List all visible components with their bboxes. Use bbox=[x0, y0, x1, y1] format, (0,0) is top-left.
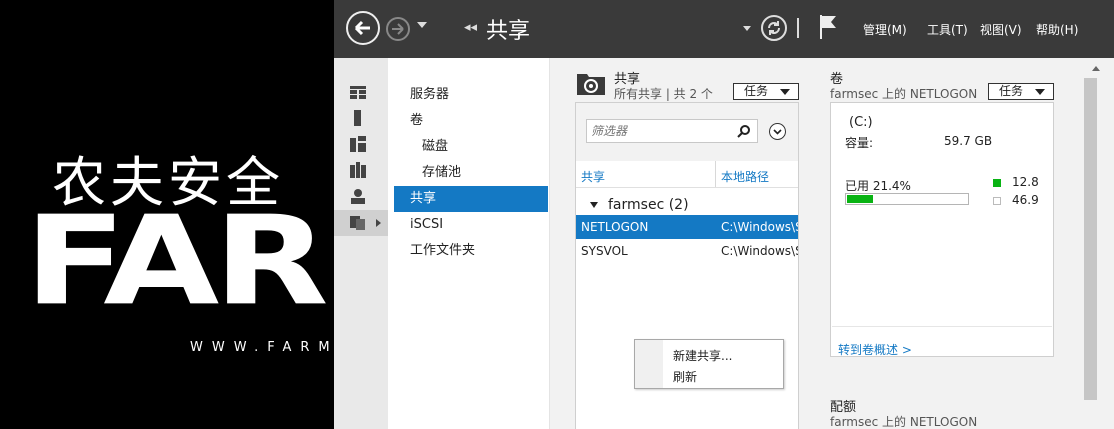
header-divider bbox=[576, 187, 798, 188]
local-server-icon[interactable] bbox=[350, 110, 366, 126]
share-folder-icon bbox=[577, 74, 605, 95]
file-services-icon[interactable] bbox=[350, 162, 366, 178]
title-dropdown-icon[interactable] bbox=[743, 26, 751, 31]
history-dropdown-icon[interactable] bbox=[417, 22, 427, 28]
back-button[interactable] bbox=[346, 11, 380, 45]
usage-bar-fill bbox=[847, 195, 873, 203]
file-storage-subnav: 服务器 卷 磁盘 存储池 共享 iSCSI 工作文件夹 bbox=[388, 58, 550, 429]
volume-tasks-button[interactable]: 任务 bbox=[988, 83, 1054, 100]
menu-manage[interactable]: 管理(M) bbox=[863, 21, 907, 38]
menu-help[interactable]: 帮助(H) bbox=[1036, 21, 1078, 38]
share-path: C:\Windows\S bbox=[721, 244, 798, 258]
share-name: SYSVOL bbox=[581, 244, 628, 258]
subnav-item-servers[interactable]: 服务器 bbox=[388, 82, 548, 108]
usage-bar bbox=[845, 193, 969, 205]
shares-panel: 共享 所有共享 | 共 2 个 任务 筛选器 共享 本地路径 farmsec (… bbox=[550, 58, 814, 429]
card-divider bbox=[832, 326, 1052, 327]
volume-card: (C:) 容量: 59.7 GB 已用 21.4% 12.8 46.9 转到卷概… bbox=[830, 102, 1054, 357]
menu-view[interactable]: 视图(V) bbox=[980, 21, 1022, 38]
all-servers-icon[interactable] bbox=[350, 136, 366, 152]
volume-panel: 卷 farmsec 上的 NETLOGON 任务 (C:) 容量: 59.7 G… bbox=[814, 58, 1080, 429]
file-storage-nav-selected[interactable] bbox=[334, 210, 388, 236]
menu-item-refresh[interactable]: 刷新 bbox=[673, 368, 697, 385]
left-icon-nav bbox=[334, 58, 388, 429]
volume-subtitle: farmsec 上的 NETLOGON bbox=[830, 87, 978, 101]
breadcrumb-arrows[interactable]: ◂◂ bbox=[464, 20, 477, 35]
column-header-share[interactable]: 共享 bbox=[581, 168, 605, 185]
context-menu-gutter bbox=[635, 340, 663, 388]
filter-field[interactable] bbox=[586, 119, 758, 143]
subnav-item-shares[interactable]: 共享 bbox=[394, 186, 548, 212]
subnav-item-work-folders[interactable]: 工作文件夹 bbox=[388, 238, 548, 264]
arrow-left-icon bbox=[354, 20, 370, 36]
title-bar: ◂◂ 共享 管理(M) 工具(T) 视图(V) 帮助(H) bbox=[334, 0, 1114, 58]
iis-icon[interactable] bbox=[350, 188, 366, 204]
filter-input[interactable] bbox=[591, 121, 731, 141]
used-gb-value: 12.8 bbox=[1012, 175, 1039, 189]
group-header[interactable]: farmsec (2) bbox=[590, 197, 689, 213]
scrollbar-thumb[interactable] bbox=[1084, 78, 1097, 400]
capacity-label: 容量: bbox=[845, 136, 874, 150]
notification-flag-icon[interactable] bbox=[818, 13, 838, 39]
capacity-value: 59.7 GB bbox=[944, 134, 993, 148]
context-menu: 新建共享... 刷新 bbox=[634, 339, 784, 389]
column-header-local-path[interactable]: 本地路径 bbox=[721, 168, 769, 185]
free-legend-swatch bbox=[993, 197, 1001, 205]
group-label: farmsec (2) bbox=[608, 197, 689, 213]
go-to-volume-overview-link[interactable]: 转到卷概述 > bbox=[838, 341, 912, 358]
toolbar-separator bbox=[797, 18, 799, 38]
subnav-item-storage-pools[interactable]: 存储池 bbox=[388, 160, 548, 186]
file-storage-icon bbox=[350, 216, 381, 230]
refresh-button[interactable] bbox=[761, 15, 787, 41]
server-manager-window: ◂◂ 共享 管理(M) 工具(T) 视图(V) 帮助(H) 服务器 卷 磁盘 存… bbox=[334, 0, 1114, 429]
subnav-item-disks[interactable]: 磁盘 bbox=[388, 134, 548, 160]
column-divider[interactable] bbox=[715, 161, 716, 187]
shares-tasks-label: 任务 bbox=[744, 84, 769, 98]
chevron-down-icon bbox=[780, 89, 790, 95]
shares-subtitle: 所有共享 | 共 2 个 bbox=[614, 87, 713, 101]
subnav-item-iscsi[interactable]: iSCSI bbox=[388, 212, 548, 238]
chevron-down-icon bbox=[773, 129, 782, 135]
arrow-right-icon bbox=[392, 23, 404, 35]
logo-wordmark: FARM bbox=[24, 190, 334, 333]
table-row[interactable]: NETLOGON C:\Windows\S bbox=[576, 215, 798, 239]
search-icon bbox=[737, 125, 750, 138]
drive-label: (C:) bbox=[849, 115, 873, 130]
used-legend-swatch bbox=[993, 179, 1001, 187]
expand-filter-button[interactable] bbox=[769, 123, 786, 140]
subnav-item-volumes[interactable]: 卷 bbox=[388, 108, 548, 134]
menu-item-new-share[interactable]: 新建共享... bbox=[673, 347, 732, 364]
share-name: NETLOGON bbox=[581, 220, 649, 234]
share-path: C:\Windows\S bbox=[721, 220, 798, 234]
refresh-icon bbox=[768, 21, 780, 35]
quota-subtitle: farmsec 上的 NETLOGON bbox=[830, 415, 978, 429]
dashboard-icon[interactable] bbox=[350, 86, 366, 102]
logo-url-text: WWW.FARM bbox=[190, 340, 334, 355]
logo-area: 农夫安全 FARM WWW.FARM bbox=[0, 0, 334, 429]
shares-list-box: 共享 本地路径 farmsec (2) NETLOGON C:\Windows\… bbox=[575, 102, 799, 429]
filter-area bbox=[576, 103, 798, 161]
chevron-down-icon bbox=[1035, 89, 1045, 95]
used-percent-label: 已用 21.4% bbox=[845, 179, 911, 193]
collapse-triangle-icon bbox=[590, 202, 598, 208]
menu-tools[interactable]: 工具(T) bbox=[927, 21, 968, 38]
vertical-scrollbar[interactable] bbox=[1080, 58, 1114, 429]
scroll-up-icon[interactable] bbox=[1092, 66, 1100, 71]
free-gb-value: 46.9 bbox=[1012, 193, 1039, 207]
shares-tasks-button[interactable]: 任务 bbox=[733, 83, 799, 100]
table-row[interactable]: SYSVOL C:\Windows\S bbox=[576, 239, 798, 263]
forward-button[interactable] bbox=[386, 17, 410, 41]
page-title: 共享 bbox=[486, 19, 531, 44]
volume-tasks-label: 任务 bbox=[999, 84, 1024, 98]
